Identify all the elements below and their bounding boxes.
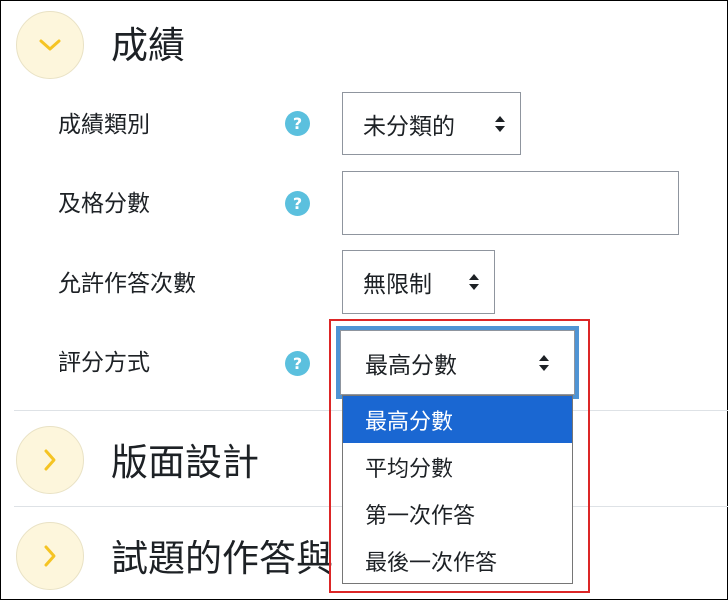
section-behaviour-title[interactable]: 試題的作答與 — [111, 540, 347, 577]
grade-category-label: 成績類別 — [58, 112, 150, 138]
pass-grade-input[interactable] — [342, 171, 679, 235]
grade-category-select[interactable]: 未分類的 — [342, 92, 521, 155]
attempts-select[interactable]: 無限制 — [342, 250, 495, 314]
up-down-arrows-icon — [495, 115, 505, 132]
up-down-arrows-icon — [469, 274, 479, 290]
help-icon[interactable]: ? — [285, 351, 310, 376]
attempts-label: 允許作答次數 — [58, 271, 196, 297]
section-layout-toggle[interactable] — [16, 426, 84, 494]
help-icon[interactable]: ? — [285, 191, 310, 216]
chevron-down-icon — [39, 39, 61, 51]
pass-grade-label: 及格分數 — [58, 191, 150, 217]
section-behaviour-toggle[interactable] — [16, 522, 84, 590]
chevron-right-icon — [44, 545, 56, 567]
grading-method-label: 評分方式 — [58, 350, 150, 376]
help-icon[interactable]: ? — [285, 111, 310, 136]
attempts-value: 無限制 — [363, 272, 432, 298]
section-grade-title[interactable]: 成績 — [111, 27, 185, 64]
highlight-box — [329, 319, 590, 593]
section-layout-title[interactable]: 版面設計 — [111, 444, 259, 481]
section-grade-toggle[interactable] — [16, 11, 84, 79]
grade-category-value: 未分類的 — [363, 113, 455, 140]
chevron-right-icon — [44, 449, 56, 471]
